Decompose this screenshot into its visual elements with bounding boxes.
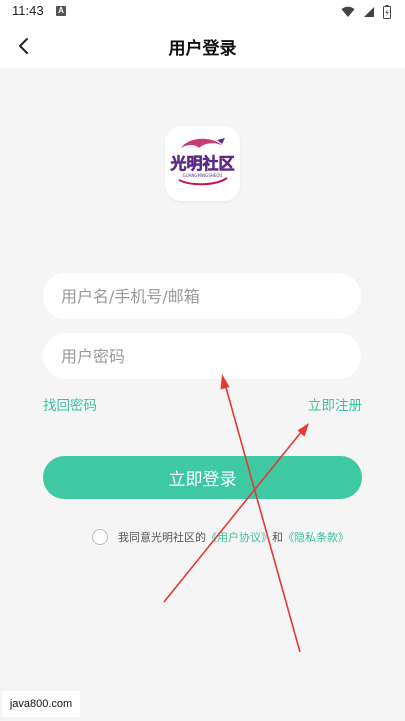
logo-graphic: 光明社区 GUANGMINGSHEQU [169, 138, 235, 186]
agreement-conjunction: 和 [272, 531, 283, 544]
login-button[interactable]: 立即登录 [43, 456, 362, 499]
status-bar: 11:43 A [0, 0, 405, 24]
password-input[interactable] [43, 333, 361, 379]
app-bar: 用户登录 [0, 24, 405, 68]
logo-subtext: GUANGMINGSHEQU [183, 173, 223, 178]
status-time: 11:43 [12, 3, 44, 18]
wifi-icon [341, 6, 355, 18]
logo-brand-text: 光明社区 [169, 154, 234, 173]
username-input[interactable] [43, 273, 361, 319]
agreement-prefix: 我同意光明社区的 [118, 531, 206, 544]
page-title: 用户登录 [168, 39, 237, 59]
watermark: java800.com [2, 691, 80, 717]
privacy-policy-link[interactable]: 《隐私条款》 [283, 529, 349, 545]
forgot-password-link[interactable]: 找回密码 [43, 394, 97, 414]
agreement-checkbox[interactable] [92, 529, 108, 545]
app-logo: 光明社区 GUANGMINGSHEQU [165, 126, 240, 201]
register-link[interactable]: 立即注册 [308, 394, 362, 414]
signal-icon [364, 7, 374, 17]
battery-icon [383, 5, 391, 19]
status-icons [341, 4, 391, 20]
arrow-to-password [220, 374, 301, 653]
notification-icon: A [56, 6, 66, 16]
user-agreement-link[interactable]: 《用户协议》 [206, 529, 272, 545]
arrow-to-register [163, 423, 309, 603]
agreement-row: 我同意光明社区的 《用户协议》 和 《隐私条款》 [92, 528, 349, 546]
